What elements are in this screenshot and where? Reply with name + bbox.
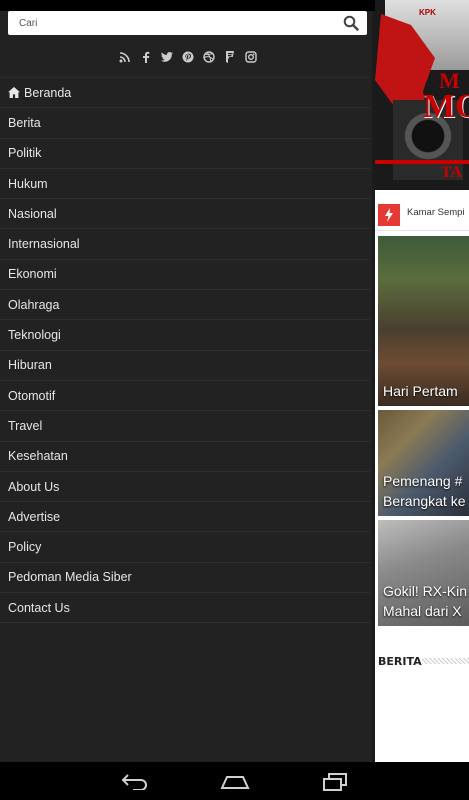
menu-item-beranda[interactable]: Beranda [0,78,370,109]
article-title-line: Hari Pertam [383,383,458,399]
menu-item-teknologi[interactable]: Teknologi [0,320,370,351]
page-content[interactable]: KPK M MO TA Kamar Sempi Hari Pertam Peme… [375,0,469,762]
menu-item-label: Hiburan [8,358,52,373]
home-icon[interactable] [220,771,250,793]
drawer-menu: Beranda Berita Politik Hukum Nasional In… [0,77,370,624]
article-card[interactable]: Gokil! RX-Kin Mahal dari X [378,520,469,626]
instagram-icon[interactable] [244,51,257,64]
rss-icon[interactable] [118,51,131,64]
menu-item-contact-us[interactable]: Contact Us [0,593,370,624]
system-navigation-bar [0,762,469,800]
ticker-text[interactable]: Kamar Sempi [407,207,465,218]
menu-item-politik[interactable]: Politik [0,139,370,169]
menu-item-about-us[interactable]: About Us [0,472,370,503]
article-title-line: Pemenang # [383,473,463,489]
menu-item-label: Ekonomi [8,267,57,282]
menu-item-label: Teknologi [8,328,61,343]
navigation-drawer: Beranda Berita Politik Hukum Nasional In… [0,11,375,762]
menu-item-hiburan[interactable]: Hiburan [0,351,370,381]
menu-item-label: About Us [8,479,60,494]
menu-item-advertise[interactable]: Advertise [0,502,370,533]
menu-item-label: Contact Us [8,600,70,615]
menu-item-label: Olahraga [8,297,60,312]
section-divider [422,658,469,664]
header-banner[interactable]: KPK M MO TA [375,0,469,190]
home-icon [8,87,20,99]
article-title[interactable]: Pemenang # Berangkat ke [383,471,466,511]
menu-item-hukum[interactable]: Hukum [0,169,370,200]
banner-logo-text: KPK [419,8,436,17]
menu-item-berita[interactable]: Berita [0,108,370,139]
menu-item-label: Nasional [8,206,57,221]
menu-item-ekonomi[interactable]: Ekonomi [0,260,370,291]
article-title[interactable]: Gokil! RX-Kin Mahal dari X [383,581,467,621]
menu-item-label: Kesehatan [8,449,68,464]
menu-item-label: Beranda [24,85,72,100]
search-icon[interactable] [343,15,359,31]
menu-item-travel[interactable]: Travel [0,411,370,442]
banner-text-2: MO [423,88,469,125]
banner-text-3: TA [441,164,463,181]
article-title-line: Gokil! RX-Kin [383,583,468,599]
search-box [8,11,367,35]
social-links [0,47,375,67]
section-header: BERITA [378,652,469,668]
search-input[interactable] [8,11,339,35]
menu-item-nasional[interactable]: Nasional [0,199,370,230]
menu-item-label: Politik [8,146,42,161]
facebook-icon[interactable] [139,51,152,64]
menu-item-label: Otomotif [8,388,56,403]
back-icon[interactable] [119,771,149,793]
article-title-line: Mahal dari X [383,603,462,619]
section-title: BERITA [378,655,422,668]
menu-item-label: Pedoman Media Siber [8,570,132,585]
menu-item-label: Berita [8,115,41,130]
lightning-icon [378,204,400,226]
menu-item-olahraga[interactable]: Olahraga [0,290,370,321]
menu-item-otomotif[interactable]: Otomotif [0,381,370,412]
menu-item-label: Travel [8,418,43,433]
article-title[interactable]: Hari Pertam [383,381,458,401]
menu-item-pedoman-media-siber[interactable]: Pedoman Media Siber [0,563,370,594]
menu-item-label: Hukum [8,176,48,191]
article-card[interactable]: Hari Pertam [378,236,469,406]
menu-item-label: Advertise [8,509,61,524]
menu-item-label: Policy [8,540,42,555]
menu-item-kesehatan[interactable]: Kesehatan [0,442,370,472]
pinterest-icon[interactable] [181,51,194,64]
article-card[interactable]: Pemenang # Berangkat ke [378,410,469,516]
menu-item-internasional[interactable]: Internasional [0,229,370,260]
article-title-line: Berangkat ke [383,493,466,509]
dribbble-icon[interactable] [202,51,215,64]
menu-item-label: Internasional [8,237,80,252]
twitter-icon[interactable] [160,51,173,64]
menu-item-policy[interactable]: Policy [0,532,370,563]
recent-apps-icon[interactable] [320,771,350,793]
breaking-news-ticker[interactable]: Kamar Sempi [375,194,469,231]
foursquare-icon[interactable] [223,51,236,64]
